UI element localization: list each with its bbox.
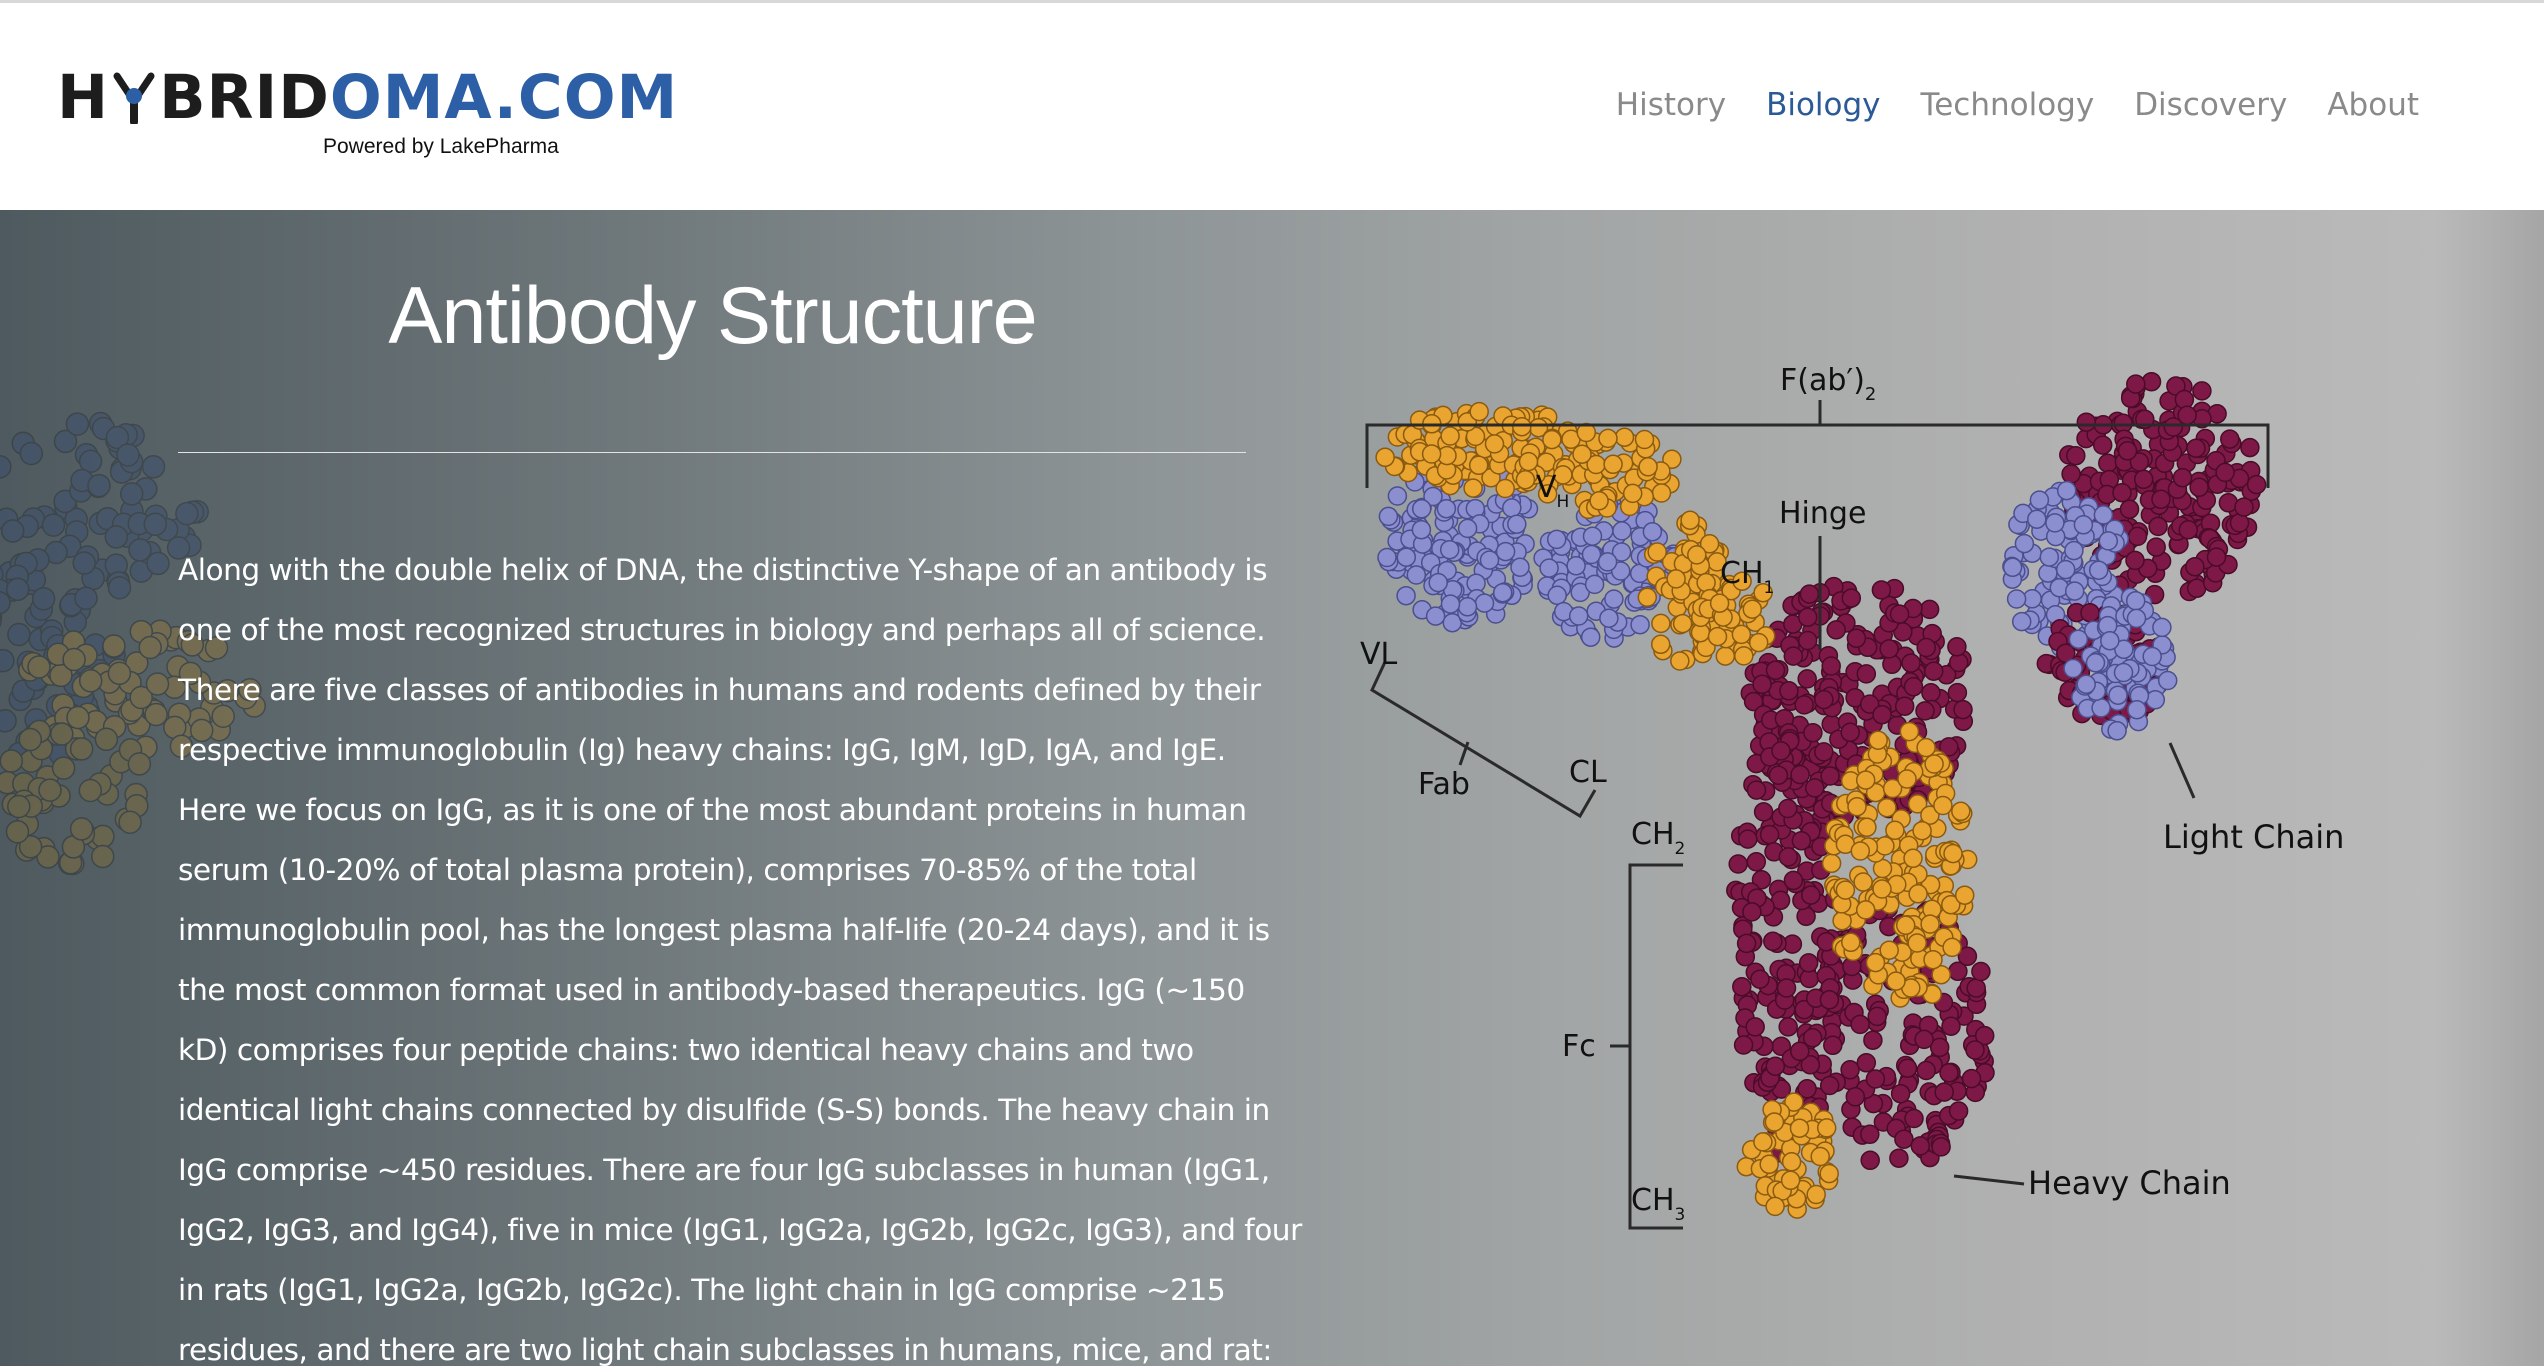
paragraph-line: identical light chains connected by disu… [178,1093,1270,1127]
label-ch2: CH2 [1631,817,1685,859]
label-light-chain: Light Chain [2163,818,2344,856]
logo-text-oma: OMA.COM [329,62,679,133]
label-hinge: Hinge [1779,496,1866,531]
antibody-logo-icon [113,72,155,124]
logo-text-brid: BRID [159,62,330,133]
paragraph-line: IgG comprise ~450 residues. There are fo… [178,1153,1270,1187]
label-vl: VL [1360,637,1398,672]
hero-section: Antibody Structure Along with the double… [0,210,2544,1366]
paragraph-line: in rats (IgG1, IgG2a, IgG2b, IgG2c). The… [178,1273,1226,1307]
hero-edge-shadow [2434,210,2544,1366]
nav-technology[interactable]: Technology [1921,87,2095,123]
paragraph-line: Here we focus on IgG, as it is one of th… [178,793,1247,827]
label-fc: Fc [1562,1029,1596,1064]
paragraph-line: IgG2, IgG3, and IgG4), five in mice (IgG… [178,1213,1302,1247]
label-heavy-chain: Heavy Chain [2028,1164,2231,1202]
logo-letter-h: H [57,62,110,133]
paragraph-line: residues, and there are two light chain … [178,1333,1272,1366]
nav-about[interactable]: About [2327,87,2419,123]
site-header: H BRID OMA.COM Powered by LakePharma Hist… [0,3,2544,210]
paragraph-line: one of the most recognized structures in… [178,613,1266,647]
main-nav: History Biology Technology Discovery Abo… [1616,87,2419,123]
paragraph-line: kD) comprises four peptide chains: two i… [178,1033,1194,1067]
antibody-structure-diagram: F(ab′)2 Hinge VH CH1 VL CL Fab CH2 Fc CH… [1360,363,2344,1230]
paragraph-line: Along with the double helix of DNA, the … [178,553,1268,587]
logo-tagline: Powered by LakePharma [323,135,559,158]
nav-history[interactable]: History [1616,87,1726,123]
paragraph-line: respective immunoglobulin (Ig) heavy cha… [178,733,1226,767]
logo-wordmark: H BRID OMA.COM [57,67,678,128]
site-logo[interactable]: H BRID OMA.COM Powered by LakePharma [57,67,678,158]
nav-biology[interactable]: Biology [1766,87,1880,123]
label-fab: Fab [1418,767,1470,802]
intro-paragraph: Along with the double helix of DNA, the … [178,540,1302,1366]
page-title: Antibody Structure [388,271,1037,361]
paragraph-line: immunoglobulin pool, has the longest pla… [178,913,1270,947]
label-cl: CL [1569,755,1607,790]
paragraph-line: the most common format used in antibody-… [178,973,1245,1007]
paragraph-line: serum (10-20% of total plasma protein), … [178,853,1197,887]
label-fab2: F(ab′)2 [1780,363,1876,405]
title-divider [178,452,1246,453]
label-ch3: CH3 [1631,1183,1685,1225]
paragraph-line: There are five classes of antibodies in … [178,673,1261,707]
nav-discovery[interactable]: Discovery [2134,87,2287,123]
